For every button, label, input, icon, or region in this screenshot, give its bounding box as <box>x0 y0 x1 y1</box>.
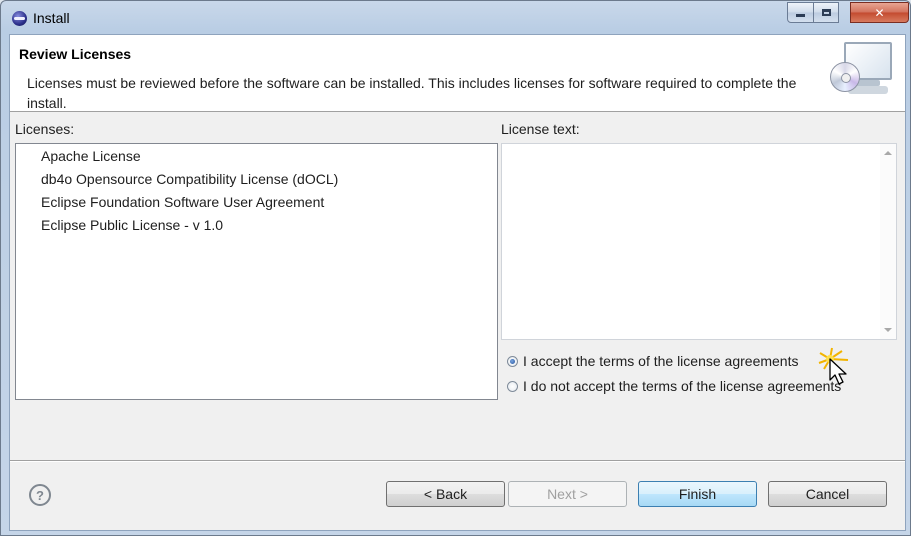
help-icon[interactable]: ? <box>29 484 51 506</box>
scroll-up-arrow-icon[interactable] <box>884 151 892 155</box>
accept-radio-option[interactable]: I accept the terms of the license agreem… <box>507 351 798 371</box>
license-text-area[interactable] <box>501 143 897 340</box>
eclipse-app-icon <box>12 11 27 26</box>
licenses-label: Licenses: <box>15 121 75 137</box>
accept-radio-button[interactable] <box>507 355 518 367</box>
window-title: Install <box>33 10 70 26</box>
decline-radio-label[interactable]: I do not accept the terms of the license… <box>523 378 841 394</box>
dialog-body: Review Licenses Licenses must be reviewe… <box>9 34 906 531</box>
license-text-scrollbar[interactable] <box>880 144 896 339</box>
wizard-header: Review Licenses Licenses must be reviewe… <box>10 35 905 112</box>
cd-disc-icon <box>830 62 860 92</box>
next-button[interactable]: Next > <box>508 481 627 507</box>
maximize-button[interactable] <box>813 2 839 23</box>
license-item-apache[interactable]: Apache License <box>41 146 141 166</box>
footer-separator <box>10 460 905 462</box>
accept-radio-label[interactable]: I accept the terms of the license agreem… <box>523 353 798 369</box>
scroll-down-arrow-icon[interactable] <box>884 328 892 332</box>
license-text-label: License text: <box>501 121 580 137</box>
page-description: Licenses must be reviewed before the sof… <box>27 75 797 111</box>
install-cd-monitor-icon <box>830 40 892 100</box>
install-dialog-window: Install ✕ Review Licenses Licenses must … <box>0 0 911 536</box>
page-title: Review Licenses <box>19 46 132 62</box>
license-item-efsua[interactable]: Eclipse Foundation Software User Agreeme… <box>41 192 324 212</box>
close-button[interactable]: ✕ <box>850 2 909 23</box>
maximize-icon <box>821 9 831 16</box>
decline-radio-option[interactable]: I do not accept the terms of the license… <box>507 376 841 396</box>
title-bar[interactable]: Install ✕ <box>1 1 910 35</box>
back-button[interactable]: < Back <box>386 481 505 507</box>
license-item-docl[interactable]: db4o Opensource Compatibility License (d… <box>41 169 338 189</box>
decline-radio-button[interactable] <box>507 380 518 392</box>
licenses-list[interactable]: Apache License db4o Opensource Compatibi… <box>15 143 498 400</box>
minimize-button[interactable] <box>787 2 814 23</box>
finish-button[interactable]: Finish <box>638 481 757 507</box>
license-item-epl[interactable]: Eclipse Public License - v 1.0 <box>41 215 223 235</box>
minimize-icon <box>796 14 805 17</box>
cancel-button[interactable]: Cancel <box>768 481 887 507</box>
close-icon: ✕ <box>874 5 885 20</box>
